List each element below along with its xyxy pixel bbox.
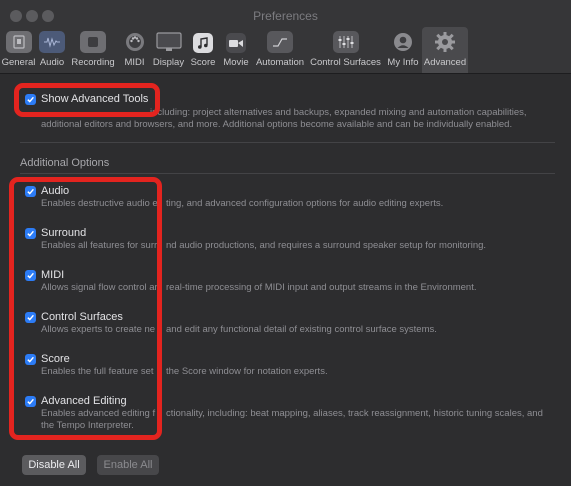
- midi-icon: [122, 31, 148, 53]
- control-surfaces-description-right: and edit any functional detail of existi…: [166, 324, 437, 335]
- recording-icon: [80, 31, 106, 53]
- tab-advanced[interactable]: Advanced: [422, 27, 468, 73]
- tab-my-info[interactable]: My Info: [384, 27, 422, 73]
- surround-description-right: nd audio productions, and requires a sur…: [166, 240, 487, 251]
- movie-icon: [226, 33, 246, 53]
- midi-description-right: real-time processing of MIDI input and o…: [166, 282, 477, 293]
- advanced-gear-icon: [432, 31, 458, 53]
- tab-control-surfaces[interactable]: Control Surfaces: [307, 27, 384, 73]
- score-icon: [193, 33, 213, 53]
- section-divider: [20, 173, 555, 174]
- tab-general[interactable]: General: [0, 27, 37, 73]
- advanced-tools-description-line2: additional editors and browsers, and mor…: [41, 119, 513, 130]
- highlight-box-additional-options: [9, 177, 162, 440]
- highlight-box-advanced-tools: [14, 83, 160, 117]
- tab-automation[interactable]: Automation: [253, 27, 307, 73]
- preferences-toolbar: General Audio Recording MIDI Display Sco…: [0, 27, 468, 73]
- additional-options-heading: Additional Options: [20, 157, 110, 169]
- enable-all-button[interactable]: Enable All: [97, 455, 159, 475]
- title-bar: Preferences General Audio Recording MIDI…: [0, 0, 571, 74]
- preferences-window: Preferences General Audio Recording MIDI…: [0, 0, 571, 486]
- advanced-editing-description-right: ctionality, including: beat mapping, ali…: [166, 408, 543, 419]
- score-description-right: the Score window for notation experts.: [166, 366, 328, 377]
- tab-audio[interactable]: Audio: [37, 27, 67, 73]
- tab-movie[interactable]: Movie: [219, 27, 253, 73]
- audio-icon: [39, 31, 65, 53]
- tab-midi[interactable]: MIDI: [119, 27, 150, 73]
- tab-score[interactable]: Score: [187, 27, 219, 73]
- window-title: Preferences: [253, 9, 318, 23]
- disable-all-button[interactable]: Disable All: [22, 455, 86, 475]
- my-info-icon: [390, 31, 416, 53]
- automation-icon: [267, 31, 293, 53]
- display-icon: [155, 31, 182, 53]
- section-divider: [20, 142, 555, 143]
- control-surfaces-icon: [332, 31, 359, 53]
- audio-description-right: ting, and advanced configuration options…: [166, 198, 444, 209]
- general-icon: [5, 31, 32, 53]
- tab-display[interactable]: Display: [150, 27, 187, 73]
- tab-recording[interactable]: Recording: [67, 27, 119, 73]
